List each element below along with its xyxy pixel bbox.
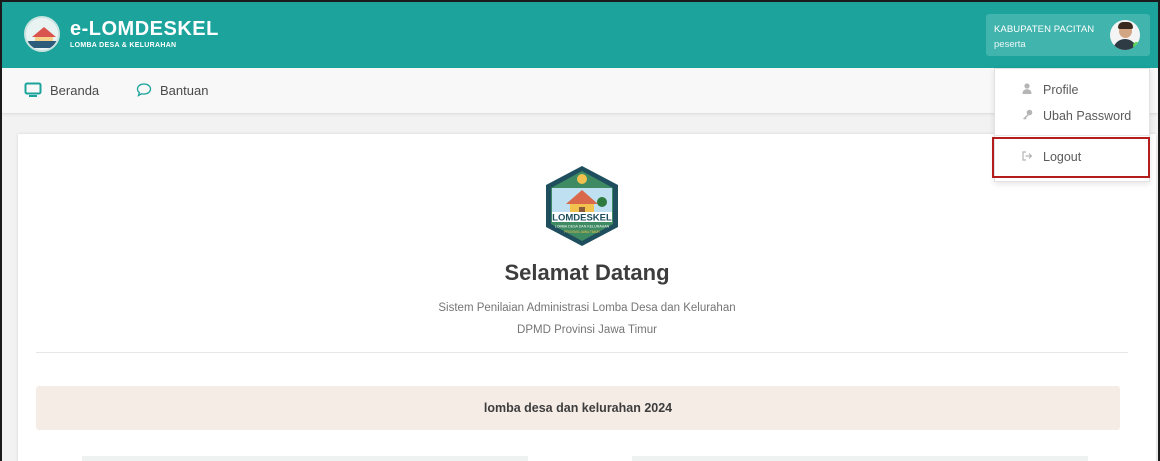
user-name: KABUPATEN PACITAN	[994, 24, 1095, 35]
page-title: Selamat Datang	[504, 260, 670, 285]
top-bar: e-LOMDESKEL LOMBA DESA & KELURAHAN KABUP…	[2, 2, 1158, 68]
user-icon	[1019, 83, 1035, 97]
menu-item-profile[interactable]: Profile	[1019, 83, 1078, 97]
svg-text:LOMBA DESA DAN KELURAHAN: LOMBA DESA DAN KELURAHAN	[555, 225, 610, 229]
avatar	[1110, 20, 1140, 50]
user-role: peserta	[994, 39, 1026, 50]
menu-label-ubah-password: Ubah Password	[1043, 109, 1132, 123]
nav-label-beranda: Beranda	[50, 82, 100, 98]
nav-item-bantuan[interactable]: Bantuan	[136, 82, 208, 98]
menu-item-ubah-password[interactable]: Ubah Password	[1019, 109, 1131, 123]
welcome-card: LOMDESKEL LOMBA DESA DAN KELURAHAN PROVI…	[18, 134, 1156, 461]
app-window: e-LOMDESKEL LOMBA DESA & KELURAHAN KABUP…	[0, 0, 1160, 461]
lomdeskel-emblem-logo: LOMDESKEL LOMBA DESA DAN KELURAHAN PROVI…	[546, 166, 618, 246]
brand-logo-icon	[24, 16, 60, 52]
nav-label-bantuan: Bantuan	[160, 82, 209, 98]
page-subtitle-org: DPMD Provinsi Jawa Timur	[517, 324, 657, 336]
svg-text:LOMDESKEL: LOMDESKEL	[552, 213, 612, 224]
menu-divider	[995, 135, 1149, 136]
content-panel-right	[632, 456, 1088, 461]
online-status-icon	[1133, 42, 1140, 49]
content-panel-left	[82, 456, 528, 461]
brand[interactable]: e-LOMDESKEL LOMBA DESA & KELURAHAN	[24, 16, 219, 52]
logout-highlight-box	[992, 137, 1150, 178]
brand-subtitle: LOMBA DESA & KELURAHAN	[70, 42, 177, 49]
menu-label-profile: Profile	[1043, 83, 1079, 97]
competition-banner: lomba desa dan kelurahan 2024	[36, 386, 1120, 430]
page-subtitle: Sistem Penilaian Administrasi Lomba Desa…	[438, 302, 736, 314]
brand-title: e-LOMDESKEL	[70, 18, 219, 40]
nav-item-beranda[interactable]: Beranda	[24, 82, 99, 98]
divider	[36, 352, 1128, 353]
monitor-icon	[24, 82, 42, 97]
chat-bubble-icon	[136, 83, 152, 97]
svg-text:PROVINSI JAWA TIMUR: PROVINSI JAWA TIMUR	[564, 230, 600, 234]
nav-bar: Beranda Bantuan	[2, 68, 1158, 114]
user-menu-toggle[interactable]: KABUPATEN PACITAN peserta	[986, 14, 1150, 56]
key-icon	[1019, 109, 1035, 123]
